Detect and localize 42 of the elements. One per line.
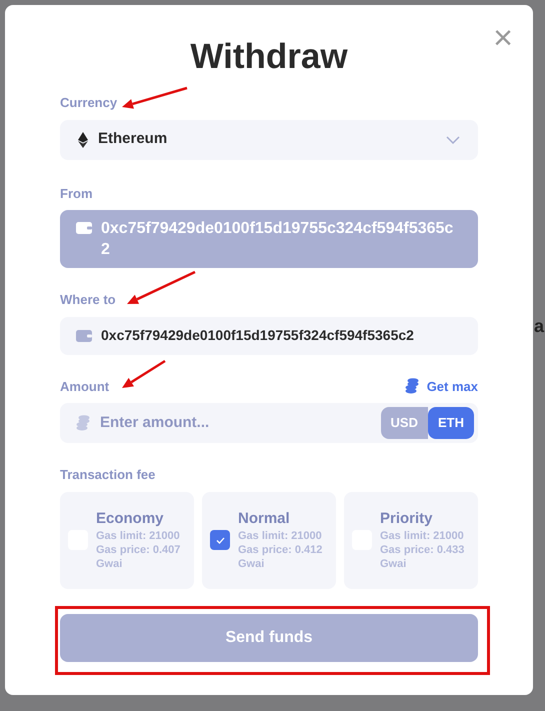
chevron-down-icon [446, 136, 460, 144]
gas-price: Gas price: 0.412 Gwai [238, 543, 324, 571]
address-input[interactable]: 0xc75f79429de0100f15d19755f324cf594f5365c2 [60, 316, 478, 354]
address-value: 0xc75f79429de0100f15d19755f324cf594f5365c2 [101, 326, 414, 345]
background-text: a [534, 315, 544, 338]
close-button[interactable]: × [493, 21, 513, 55]
from-address: 0xc75f79429de0100f15d19755c324cf594f5365c2 [101, 219, 454, 260]
fee-option-card[interactable]: Normal Gas limit: 21000 Gas price: 0.412 Gwai [202, 492, 336, 588]
check-icon [216, 536, 224, 544]
unit-toggle[interactable]: ETH [428, 407, 474, 439]
wallet-icon [76, 328, 92, 342]
amount-field[interactable]: Enter amount... [100, 412, 372, 434]
field-label: Transaction fee [60, 466, 156, 484]
coins-icon [404, 378, 420, 394]
unit-toggle[interactable]: USD [380, 407, 428, 439]
currency-value: Ethereum [98, 129, 168, 150]
field-label: Where to [60, 291, 116, 309]
fee-title: Economy [96, 509, 165, 529]
get-max-link[interactable]: Get max [404, 376, 478, 396]
field-label: Currency [60, 94, 118, 112]
gas-limit: Gas limit: 21000 [238, 529, 323, 543]
wallet-icon [76, 221, 92, 235]
fee-option-card[interactable]: Priority Gas limit: 21000 Gas price: 0.433 Gwai [344, 492, 478, 588]
gas-price: Gas price: 0.433 Gwai [380, 543, 466, 571]
field-label: From [60, 184, 92, 202]
gas-limit: Gas limit: 21000 [380, 529, 465, 543]
send-funds-button[interactable]: Send funds [60, 614, 478, 662]
fee-title: Priority [380, 509, 434, 529]
annotation-arrow [122, 86, 188, 109]
annotation-arrow [127, 270, 196, 304]
fee-option-card[interactable]: Economy Gas limit: 21000 Gas price: 0.407 Gwai [60, 492, 194, 588]
checkbox[interactable] [210, 530, 230, 550]
amount-input[interactable]: Enter amount... USD ETH [60, 403, 478, 443]
currency-select[interactable]: Ethereum [60, 120, 478, 160]
annotation-arrow [122, 360, 166, 388]
gas-limit: Gas limit: 21000 [96, 529, 181, 543]
coins-icon [76, 415, 91, 431]
ethereum-icon [78, 132, 88, 148]
dialog-title: Withdraw [190, 36, 348, 78]
gas-price: Gas price: 0.407 Gwai [96, 543, 182, 571]
field-label: Amount [60, 378, 110, 396]
fee-title: Normal [238, 509, 291, 529]
